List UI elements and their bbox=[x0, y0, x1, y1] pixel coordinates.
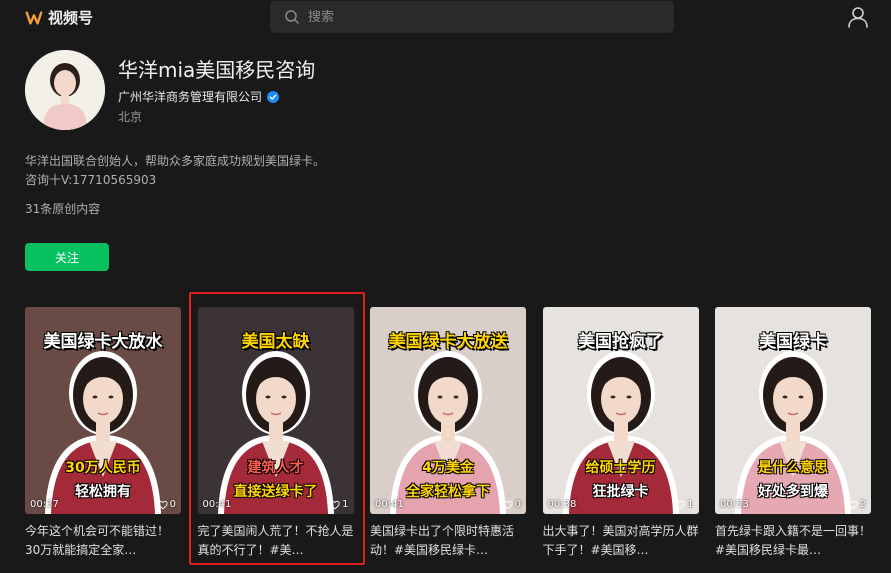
video-caption[interactable]: 首先绿卡跟入籍不是一回事！#美国移民绿卡最… bbox=[715, 522, 871, 560]
thumbnail-subtitle: 建筑人才 bbox=[247, 460, 304, 476]
video-thumbnail[interactable]: 美国绿卡大放送 4万美金 全家轻松拿下 00:41 0 bbox=[370, 307, 526, 514]
video-card[interactable]: 美国绿卡 是什么意思 好处多到爆 00:53 2 首先绿卡跟入籍不是一回事！#美… bbox=[715, 307, 871, 560]
verified-icon bbox=[267, 90, 280, 103]
heart-icon bbox=[330, 500, 340, 509]
like-count-value: 1 bbox=[687, 499, 694, 510]
video-duration: 00:38 bbox=[547, 499, 577, 510]
video-thumbnail[interactable]: 美国绿卡大放水 30万人民币 轻松拥有 00:37 0 bbox=[25, 307, 181, 514]
location: 北京 bbox=[118, 110, 143, 124]
app-title: 视频号 bbox=[48, 9, 94, 27]
video-caption[interactable]: 完了美国闹人荒了！不抢人是真的不行了！#美… bbox=[198, 522, 354, 560]
thumbnail-title: 美国抢疯了 bbox=[578, 332, 663, 352]
video-duration: 00:41 bbox=[202, 499, 232, 510]
video-thumbnail[interactable]: 美国绿卡 是什么意思 好处多到爆 00:53 2 bbox=[715, 307, 871, 514]
video-caption[interactable]: 美国绿卡出了个限时特惠活动！#美国移民绿卡… bbox=[370, 522, 526, 560]
thumbnail-tagline: 全家轻松拿下 bbox=[406, 484, 490, 500]
thumbnail-title: 美国绿卡大放水 bbox=[43, 332, 163, 352]
heart-icon bbox=[847, 500, 858, 509]
content-count: 31条原创内容 bbox=[25, 202, 101, 216]
profile-name: 华洋mia美国移民咨询 bbox=[118, 58, 316, 82]
user-icon[interactable] bbox=[847, 6, 869, 28]
heart-icon bbox=[502, 500, 513, 509]
video-card[interactable]: 美国抢疯了 给硕士学历 狂批绿卡 00:38 1 出大事了！美国对高学历人群下手… bbox=[542, 307, 699, 560]
video-thumbnail[interactable]: 美国抢疯了 给硕士学历 狂批绿卡 00:38 1 bbox=[542, 307, 699, 514]
thumbnail-tagline: 好处多到爆 bbox=[758, 484, 828, 500]
video-duration: 00:53 bbox=[720, 499, 749, 510]
follow-button[interactable]: 关注 bbox=[25, 243, 109, 271]
thumbnail-subtitle: 是什么意思 bbox=[758, 460, 828, 476]
like-count-value: 2 bbox=[859, 499, 866, 510]
bio-line-1: 华洋出国联合创始人，帮助众多家庭成功规划美国绿卡。 bbox=[25, 154, 326, 168]
thumbnail-tagline: 直接送绿卡了 bbox=[233, 484, 318, 500]
video-caption[interactable]: 出大事了！美国对高学历人群下手了！#美国移… bbox=[543, 522, 699, 560]
logo[interactable]: 视频号 bbox=[25, 7, 93, 28]
thumbnail-subtitle: 4万美金 bbox=[422, 460, 474, 476]
like-count: 1 bbox=[330, 499, 349, 510]
like-count: 0 bbox=[502, 499, 521, 510]
top-bar: 视频号 bbox=[0, 0, 891, 34]
thumbnail-title: 美国太缺 bbox=[241, 332, 310, 352]
video-card[interactable]: 美国太缺 建筑人才 直接送绿卡了 00:41 1 完了美国闹人荒了！不抢人是真的… bbox=[197, 307, 354, 560]
like-count: 1 bbox=[675, 499, 694, 510]
search-bar[interactable] bbox=[270, 1, 674, 33]
thumbnail-title: 美国绿卡大放送 bbox=[388, 332, 508, 352]
search-input[interactable] bbox=[308, 9, 648, 25]
bio-line-2: 咨询十V:17710565903 bbox=[25, 173, 157, 187]
thumbnail-title: 美国绿卡 bbox=[759, 332, 827, 352]
video-duration: 00:41 bbox=[375, 499, 404, 510]
like-count: 0 bbox=[157, 499, 176, 510]
like-count-value: 0 bbox=[514, 499, 521, 510]
heart-icon bbox=[675, 500, 685, 509]
channels-logo-icon bbox=[25, 10, 43, 25]
heart-icon bbox=[157, 500, 168, 509]
avatar bbox=[25, 50, 105, 130]
thumbnail-subtitle: 给硕士学历 bbox=[585, 460, 656, 476]
thumbnail-subtitle: 30万人民币 bbox=[65, 460, 141, 476]
video-card[interactable]: 美国绿卡大放水 30万人民币 轻松拥有 00:37 0 今年这个机会可不能错过！… bbox=[25, 307, 181, 560]
avatar-image bbox=[25, 50, 105, 130]
like-count-value: 0 bbox=[169, 499, 176, 510]
video-card[interactable]: 美国绿卡大放送 4万美金 全家轻松拿下 00:41 0 美国绿卡出了个限时特惠活… bbox=[370, 307, 526, 560]
bio: 华洋出国联合创始人，帮助众多家庭成功规划美国绿卡。 咨询十V:177105659… bbox=[25, 152, 325, 190]
like-count-value: 1 bbox=[342, 499, 349, 510]
like-count: 2 bbox=[847, 499, 866, 510]
video-caption[interactable]: 今年这个机会可不能错过！30万就能搞定全家… bbox=[25, 522, 181, 560]
thumbnail-tagline: 轻松拥有 bbox=[75, 484, 131, 500]
company-label: 广州华洋商务管理有限公司 bbox=[118, 90, 263, 104]
video-thumbnail[interactable]: 美国太缺 建筑人才 直接送绿卡了 00:41 1 bbox=[197, 307, 354, 514]
company-name: 广州华洋商务管理有限公司 bbox=[118, 88, 280, 105]
thumbnail-tagline: 狂批绿卡 bbox=[592, 484, 649, 500]
video-duration: 00:37 bbox=[30, 499, 59, 510]
search-icon bbox=[285, 10, 299, 24]
